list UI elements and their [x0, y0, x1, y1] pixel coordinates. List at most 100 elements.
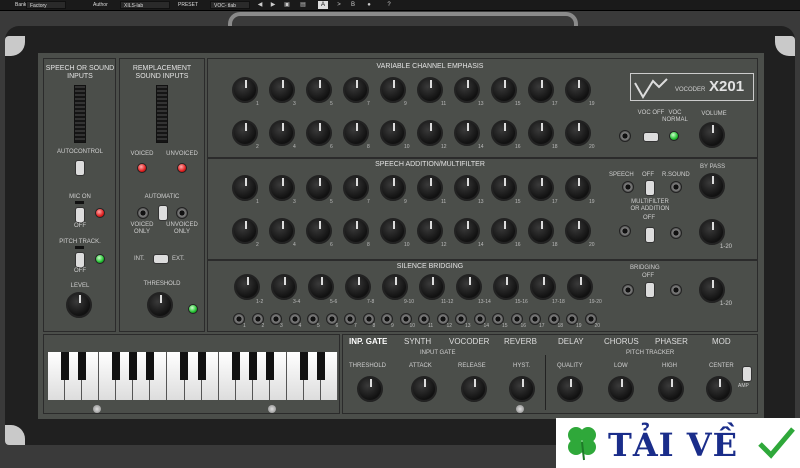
black-key[interactable]	[146, 352, 155, 380]
emphasis-knob-13[interactable]	[454, 77, 480, 103]
bridging-knob-3-4[interactable]	[271, 274, 297, 300]
bridging-knob-15-16[interactable]	[493, 274, 519, 300]
addition-knob-5[interactable]	[306, 175, 332, 201]
emphasis-knob-19[interactable]	[565, 77, 591, 103]
addition-knob-14[interactable]	[454, 218, 480, 244]
addition-jack[interactable]	[619, 225, 631, 237]
emphasis-knob-5[interactable]	[306, 77, 332, 103]
emphasis-knob-2[interactable]	[232, 120, 258, 146]
black-key[interactable]	[248, 352, 257, 380]
tab-phaser[interactable]: PHASER	[655, 337, 688, 346]
rsound-jack[interactable]	[670, 181, 682, 193]
gate-release-knob[interactable]	[461, 376, 487, 402]
pitch-track-switch[interactable]	[75, 252, 85, 268]
bridging-knob-7-8[interactable]	[345, 274, 371, 300]
emphasis-knob-16[interactable]	[491, 120, 517, 146]
tab-chorus[interactable]: CHORUS	[604, 337, 639, 346]
addition-knob-17[interactable]	[528, 175, 554, 201]
bridging-switch[interactable]	[645, 282, 655, 298]
low-knob[interactable]	[608, 376, 634, 402]
tab-reverb[interactable]: REVERB	[504, 337, 537, 346]
piano-keyboard[interactable]	[48, 352, 339, 400]
emphasis-knob-8[interactable]	[343, 120, 369, 146]
emphasis-knob-15[interactable]	[491, 77, 517, 103]
emphasis-knob-17[interactable]	[528, 77, 554, 103]
center-knob[interactable]	[706, 376, 732, 402]
ab-b-button[interactable]: B	[348, 1, 358, 9]
addition-knob-19[interactable]	[565, 175, 591, 201]
next-preset-icon[interactable]: ▶	[268, 1, 278, 9]
preset-selector[interactable]: VOC- tlab	[210, 1, 250, 9]
bridging-jack-2[interactable]	[670, 284, 682, 296]
emphasis-knob-11[interactable]	[417, 77, 443, 103]
speech-rsound-switch[interactable]	[645, 180, 655, 196]
bridging-knob-13-14[interactable]	[456, 274, 482, 300]
addition-knob-16[interactable]	[491, 218, 517, 244]
black-key[interactable]	[180, 352, 189, 380]
addition-knob-15[interactable]	[491, 175, 517, 201]
copy-icon[interactable]: >	[334, 1, 344, 9]
volume-knob[interactable]	[699, 122, 725, 148]
emphasis-knob-9[interactable]	[380, 77, 406, 103]
threshold-knob[interactable]	[147, 292, 173, 318]
gate-threshold-knob[interactable]	[357, 376, 383, 402]
midi-learn-icon[interactable]: ●	[364, 1, 374, 9]
multifilter-jack[interactable]	[670, 227, 682, 239]
black-key[interactable]	[265, 352, 274, 380]
emphasis-knob-14[interactable]	[454, 120, 480, 146]
ab-a-button[interactable]: A	[318, 1, 328, 9]
black-key[interactable]	[78, 352, 87, 380]
addition-knob-3[interactable]	[269, 175, 295, 201]
black-key[interactable]	[197, 352, 206, 380]
int-ext-switch[interactable]	[153, 254, 169, 264]
addition-knob-13[interactable]	[454, 175, 480, 201]
tab-vocoder[interactable]: VOCODER	[449, 337, 489, 346]
bridging-knob-5-6[interactable]	[308, 274, 334, 300]
autocontrol-switch[interactable]	[75, 160, 85, 176]
emphasis-knob-12[interactable]	[417, 120, 443, 146]
black-key[interactable]	[231, 352, 240, 380]
emphasis-knob-3[interactable]	[269, 77, 295, 103]
unvoiced-only-jack[interactable]	[176, 207, 188, 219]
bypass-knob[interactable]	[699, 173, 725, 199]
emphasis-jack[interactable]	[619, 130, 631, 142]
save-icon[interactable]: ▣	[282, 1, 292, 9]
bridging-knob-19-20[interactable]	[567, 274, 593, 300]
voiced-only-jack[interactable]	[137, 207, 149, 219]
amp-switch[interactable]	[742, 366, 752, 382]
addition-knob-6[interactable]	[306, 218, 332, 244]
emphasis-knob-7[interactable]	[343, 77, 369, 103]
tab-synth[interactable]: SYNTH	[404, 337, 431, 346]
quality-knob[interactable]	[557, 376, 583, 402]
black-key[interactable]	[61, 352, 70, 380]
addition-knob-2[interactable]	[232, 218, 258, 244]
emphasis-knob-18[interactable]	[528, 120, 554, 146]
bridging-knob-1-2[interactable]	[234, 274, 260, 300]
emphasis-knob-20[interactable]	[565, 120, 591, 146]
black-key[interactable]	[316, 352, 325, 380]
level-knob[interactable]	[66, 292, 92, 318]
author-selector[interactable]: XILS-lab	[120, 1, 170, 9]
addition-knob-12[interactable]	[417, 218, 443, 244]
emphasis-knob-1[interactable]	[232, 77, 258, 103]
compare-icon[interactable]: ▤	[298, 1, 308, 9]
speech-jack[interactable]	[622, 181, 634, 193]
black-key[interactable]	[112, 352, 121, 380]
addition-knob-20[interactable]	[565, 218, 591, 244]
addition-knob-1[interactable]	[232, 175, 258, 201]
gate-attack-knob[interactable]	[411, 376, 437, 402]
black-key[interactable]	[129, 352, 138, 380]
prev-preset-icon[interactable]: ◀	[255, 1, 265, 9]
tab-mod[interactable]: MOD	[712, 337, 731, 346]
emphasis-knob-6[interactable]	[306, 120, 332, 146]
addition-knob-7[interactable]	[343, 175, 369, 201]
addition-knob-8[interactable]	[343, 218, 369, 244]
voc-mode-switch[interactable]	[643, 132, 659, 142]
black-key[interactable]	[299, 352, 308, 380]
addition-knob-18[interactable]	[528, 218, 554, 244]
bridging-knob-11-12[interactable]	[419, 274, 445, 300]
gate-hyst-knob[interactable]	[509, 376, 535, 402]
emphasis-knob-4[interactable]	[269, 120, 295, 146]
emphasis-knob-10[interactable]	[380, 120, 406, 146]
bridging-knob-17-18[interactable]	[530, 274, 556, 300]
